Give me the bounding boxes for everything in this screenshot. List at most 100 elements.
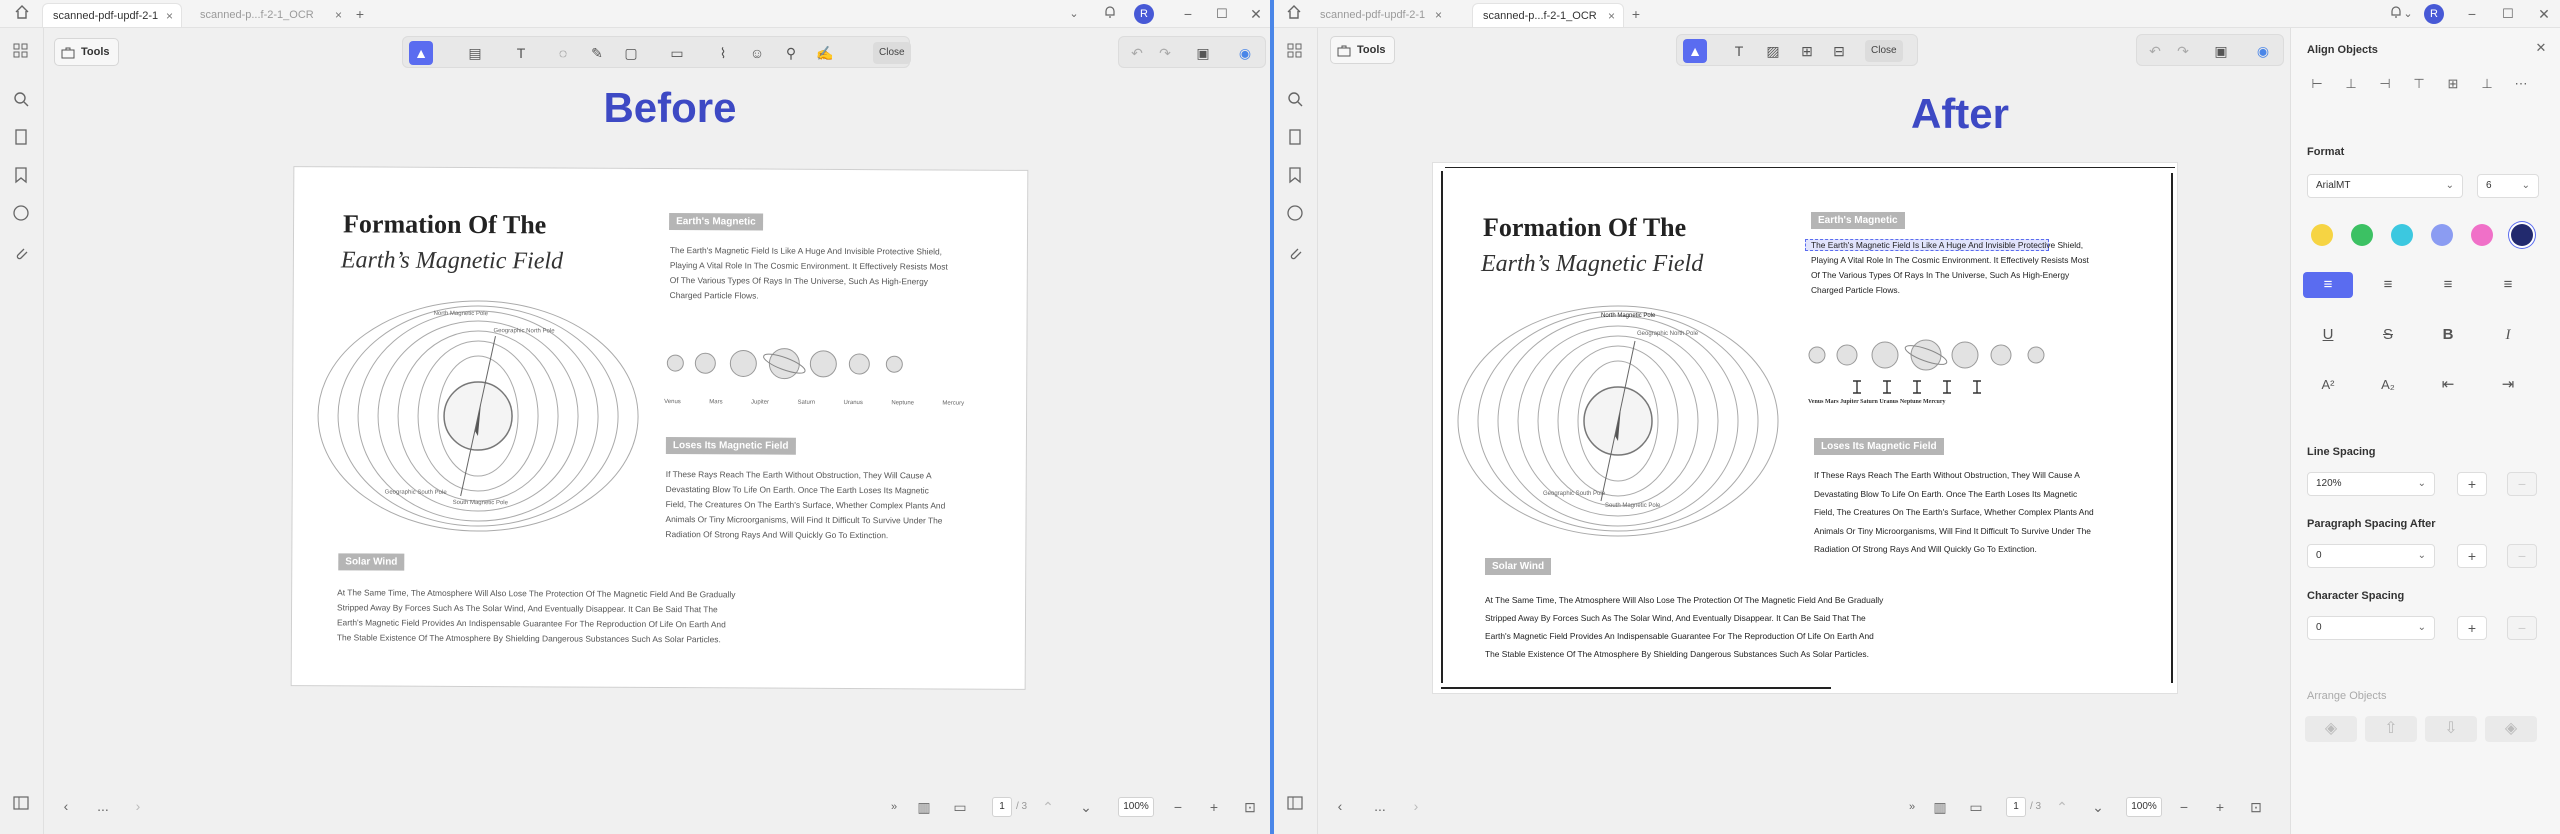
zoom-in-icon[interactable]: + xyxy=(1204,797,1224,817)
send-to-back-icon[interactable]: ◈ xyxy=(2485,716,2537,742)
page-layout-icon[interactable]: ▥ xyxy=(1930,797,1950,817)
close-button[interactable]: Close xyxy=(873,42,911,64)
text-tool-icon[interactable]: T xyxy=(509,41,533,65)
align-middle-icon[interactable]: ⊞ xyxy=(2443,74,2463,94)
next-nav-icon[interactable]: › xyxy=(128,796,148,816)
align-text-left-icon[interactable]: ≡ xyxy=(2303,272,2353,298)
attachment-icon[interactable] xyxy=(1286,244,1306,264)
shape-tool-icon[interactable]: ▢ xyxy=(619,41,643,65)
align-center-icon[interactable]: ⊥ xyxy=(2341,74,2361,94)
presentation-icon[interactable]: ▭ xyxy=(950,797,970,817)
maximize-icon[interactable]: ☐ xyxy=(2498,4,2518,24)
undo-icon[interactable]: ↶ xyxy=(2143,39,2167,63)
close-panel-icon[interactable]: ✕ xyxy=(2531,38,2551,58)
next-nav-icon[interactable]: › xyxy=(1406,796,1426,816)
redo-icon[interactable]: ↷ xyxy=(1153,41,1177,65)
character-spacing-decrease-button[interactable]: − xyxy=(2507,616,2537,640)
page-up-icon[interactable]: ⌃ xyxy=(2052,797,2072,817)
justify-text-icon[interactable]: ≡ xyxy=(2483,272,2533,298)
text-line[interactable]: Charged Particle Flows. xyxy=(1811,283,2089,298)
prev-nav-icon[interactable]: ‹ xyxy=(1330,796,1350,816)
highlight-tool-icon[interactable]: ▭ xyxy=(665,41,689,65)
align-right-icon[interactable]: ⊣ xyxy=(2375,74,2395,94)
underline-icon[interactable]: U xyxy=(2303,322,2353,348)
home-icon[interactable] xyxy=(1284,4,1304,24)
page-down-icon[interactable]: ⌄ xyxy=(1076,797,1096,817)
avatar[interactable]: R xyxy=(2424,4,2444,24)
close-tab-icon[interactable]: × xyxy=(1608,4,1615,28)
text-line[interactable]: Stripped Away By Forces Such As The Sola… xyxy=(1485,609,1883,627)
bring-forward-icon[interactable]: ⇧ xyxy=(2365,716,2417,742)
save-icon[interactable]: ▣ xyxy=(2209,39,2233,63)
tab-ocr-document[interactable]: scanned-p...f-2-1_OCR × xyxy=(1472,3,1624,27)
italic-icon[interactable]: I xyxy=(2483,322,2533,348)
new-tab-icon[interactable]: + xyxy=(1626,4,1646,24)
redo-icon[interactable]: ↷ xyxy=(2171,39,2195,63)
thumbnails-icon[interactable] xyxy=(1286,42,1306,62)
close-tab-icon[interactable]: × xyxy=(166,4,173,28)
text-tool-icon[interactable]: T xyxy=(1727,39,1751,63)
subscript-icon[interactable]: A₂ xyxy=(2363,372,2413,398)
text-box-tool-icon[interactable]: ▤ xyxy=(463,41,487,65)
tab-document[interactable]: scanned-pdf-updf-2-1 × xyxy=(1310,3,1450,27)
comment-icon[interactable] xyxy=(1286,204,1306,224)
more-nav-label[interactable]: ... xyxy=(1370,796,1390,816)
close-tab-icon[interactable]: × xyxy=(335,3,342,27)
section2-text[interactable]: If These Rays Reach The Earth Without Ob… xyxy=(1814,466,2094,559)
zoom-level[interactable]: 100% xyxy=(1118,797,1154,817)
zoom-level[interactable]: 100% xyxy=(2126,797,2162,817)
outdent-icon[interactable]: ⇤ xyxy=(2423,372,2473,398)
prev-nav-icon[interactable]: ‹ xyxy=(56,796,76,816)
pages-icon[interactable] xyxy=(12,128,32,148)
bold-icon[interactable]: B xyxy=(2423,322,2473,348)
text-line[interactable]: Field, The Creatures On The Earth's Surf… xyxy=(1814,503,2094,522)
save-icon[interactable]: ▣ xyxy=(1191,41,1215,65)
tools-button[interactable]: Tools xyxy=(1330,36,1395,64)
bell-icon[interactable] xyxy=(1100,4,1120,24)
search-icon[interactable] xyxy=(12,90,32,110)
select-tool-icon[interactable]: ▲ xyxy=(1683,39,1707,63)
color-swatch-lavender[interactable] xyxy=(2431,224,2453,246)
close-window-icon[interactable]: ✕ xyxy=(1246,4,1266,24)
close-window-icon[interactable]: ✕ xyxy=(2534,4,2554,24)
select-tool-icon[interactable]: ▲ xyxy=(409,41,433,65)
close-tab-icon[interactable]: × xyxy=(1435,3,1442,27)
undo-icon[interactable]: ↶ xyxy=(1125,41,1149,65)
character-spacing-select[interactable]: 0 ⌄ xyxy=(2307,616,2435,640)
align-bottom-icon[interactable]: ⊥ xyxy=(2477,74,2497,94)
expand-icon[interactable]: » xyxy=(1902,797,1922,817)
page-layout-icon[interactable]: ▥ xyxy=(914,797,934,817)
zoom-out-icon[interactable]: − xyxy=(2174,797,2194,817)
color-swatch-green[interactable] xyxy=(2351,224,2373,246)
paragraph-spacing-increase-button[interactable]: + xyxy=(2457,544,2487,568)
bring-to-front-icon[interactable]: ◈ xyxy=(2305,716,2357,742)
color-swatch-yellow[interactable] xyxy=(2311,224,2333,246)
line-spacing-increase-button[interactable]: + xyxy=(2457,472,2487,496)
text-line[interactable]: Earth's Magnetic Field Provides An Indis… xyxy=(1485,627,1883,645)
minimize-icon[interactable]: − xyxy=(1178,4,1198,24)
align-top-icon[interactable]: ⊤ xyxy=(2409,74,2429,94)
paragraph-spacing-select[interactable]: 0 ⌄ xyxy=(2307,544,2435,568)
more-align-icon[interactable]: ⋯ xyxy=(2511,74,2531,94)
align-text-center-icon[interactable]: ≡ xyxy=(2363,272,2413,298)
image-tool-icon[interactable]: ▨ xyxy=(1761,39,1785,63)
line-spacing-select[interactable]: 120% ⌄ xyxy=(2307,472,2435,496)
close-button[interactable]: Close xyxy=(1865,40,1903,62)
text-line[interactable]: If These Rays Reach The Earth Without Ob… xyxy=(1814,466,2094,485)
page-number-input[interactable]: 1 xyxy=(992,797,1012,817)
text-line[interactable]: Of The Various Types Of Rays In The Univ… xyxy=(1811,268,2089,283)
color-swatch-pink[interactable] xyxy=(2471,224,2493,246)
superscript-icon[interactable]: A² xyxy=(2303,372,2353,398)
line-spacing-decrease-button[interactable]: − xyxy=(2507,472,2537,496)
font-family-select[interactable]: ArialMT ⌄ xyxy=(2307,174,2463,198)
zoom-out-icon[interactable]: − xyxy=(1168,797,1188,817)
page-number-input[interactable]: 1 xyxy=(2006,797,2026,817)
align-left-icon[interactable]: ⊢ xyxy=(2307,74,2327,94)
search-icon[interactable] xyxy=(1286,90,1306,110)
text-line-selected[interactable]: The Earth's Magnetic Field Is Like A Hug… xyxy=(1811,238,2089,253)
send-backward-icon[interactable]: ⇩ xyxy=(2425,716,2477,742)
ai-assistant-icon[interactable]: ◉ xyxy=(2251,39,2275,63)
pen-tool-icon[interactable]: ✎ xyxy=(585,41,609,65)
fit-page-icon[interactable]: ⊡ xyxy=(2246,797,2266,817)
presentation-icon[interactable]: ▭ xyxy=(1966,797,1986,817)
